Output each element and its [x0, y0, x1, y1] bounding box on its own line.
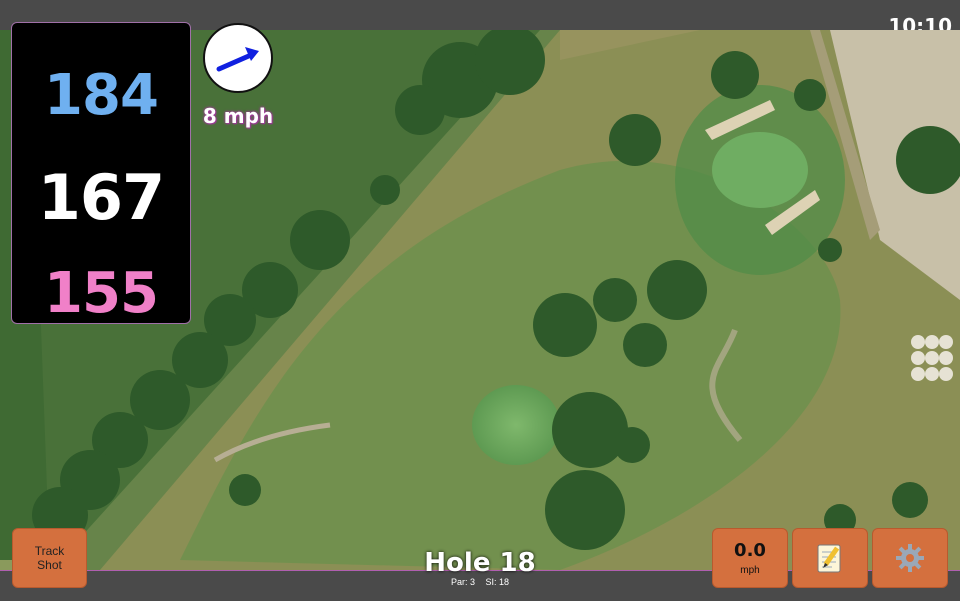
hole-info: Par: 3 SI: 18 — [380, 577, 580, 587]
settings-button[interactable] — [872, 528, 948, 588]
track-shot-label-line1: Track — [34, 544, 65, 558]
gear-icon — [896, 544, 924, 572]
hole-par: Par: 3 — [450, 577, 475, 587]
distance-panel: 184 167 155 — [11, 22, 191, 326]
notes-button[interactable] — [792, 528, 868, 588]
hole-title: Hole 18 — [424, 548, 536, 578]
front-distance: 155 — [44, 261, 159, 326]
wind-speed-label: 8 mph — [202, 104, 274, 128]
track-shot-button[interactable]: Track Shot — [12, 528, 87, 588]
back-distance: 184 — [44, 63, 159, 128]
middle-distance: 167 — [37, 161, 165, 234]
hole-stroke-index: SI: 18 — [485, 577, 510, 587]
speed-button[interactable]: 0.0 mph — [712, 528, 788, 588]
wind-direction-indicator — [203, 23, 273, 93]
notepad-icon — [817, 544, 841, 573]
speed-unit: mph — [740, 565, 760, 576]
track-shot-label-line2: Shot — [37, 558, 62, 572]
arrow-icon — [216, 47, 259, 72]
speed-value: 0.0 — [734, 540, 766, 561]
